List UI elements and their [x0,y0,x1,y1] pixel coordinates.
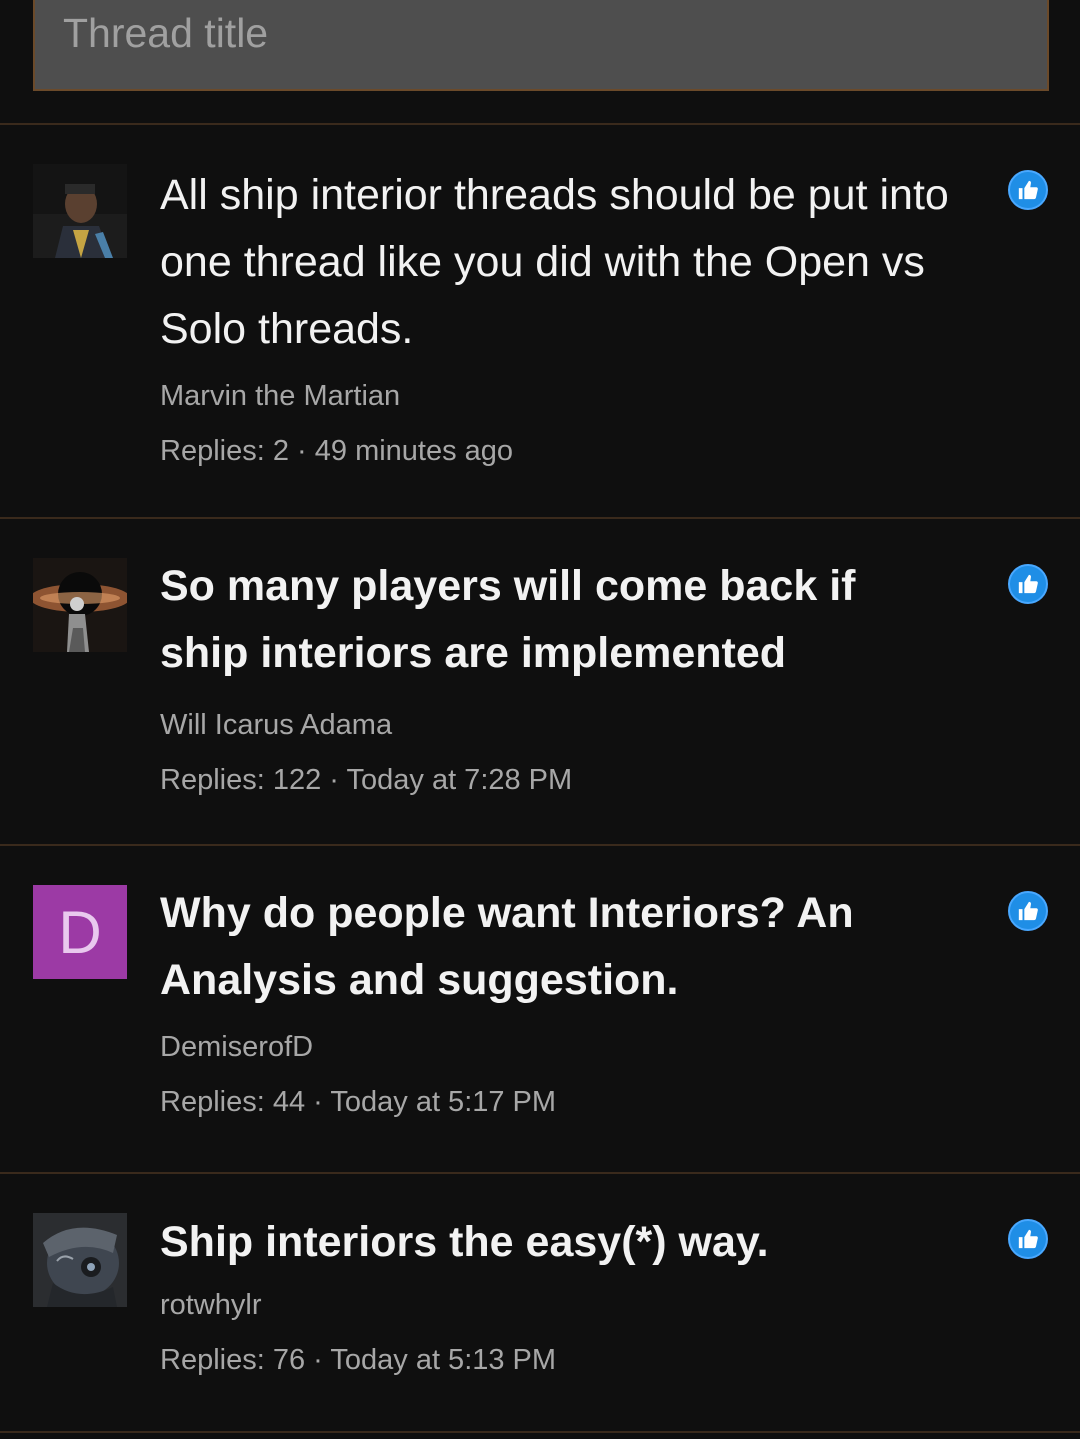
thread-author[interactable]: Marvin the Martian [160,381,1044,411]
replies-count: Replies: 122 [160,764,322,796]
thread-author[interactable]: DemiserofD [160,1032,1044,1062]
replies-count: Replies: 2 [160,435,289,467]
avatar[interactable] [33,1213,127,1307]
thread-body: Why do people want Interiors? An Analysi… [160,880,1044,1117]
meta-separator: · [329,764,339,796]
thumbs-up-icon[interactable] [1008,564,1048,604]
thread-body: So many players will come back if ship i… [160,553,1044,795]
thread-body: All ship interior threads should be put … [160,162,1044,466]
thread-title-search [0,0,1080,125]
thread-body: Ship interiors the easy(*) way. rotwhylr… [160,1209,1044,1375]
thread-title-link[interactable]: All ship interior threads should be put … [160,162,994,363]
thread-title-link[interactable]: Why do people want Interiors? An Analysi… [160,880,864,1014]
thread-item[interactable]: All ship interior threads should be put … [0,125,1080,519]
thread-title-link[interactable]: Ship interiors the easy(*) way. [160,1209,1044,1276]
last-post-time[interactable]: Today at 5:13 PM [330,1344,556,1376]
meta-separator: · [297,435,307,467]
avatar[interactable] [33,164,127,258]
thread-meta: Replies: 122 · Today at 7:28 PM [160,765,1044,795]
avatar[interactable] [33,558,127,652]
thumbs-up-icon[interactable] [1008,891,1048,931]
thread-meta: Replies: 2 · 49 minutes ago [160,436,1044,466]
thread-item[interactable]: Ship interiors the easy(*) way. rotwhylr… [0,1174,1080,1433]
thread-item[interactable]: D Why do people want Interiors? An Analy… [0,846,1080,1174]
thread-item[interactable]: So many players will come back if ship i… [0,519,1080,846]
last-post-time[interactable]: Today at 5:17 PM [330,1086,556,1118]
replies-count: Replies: 44 [160,1086,306,1118]
thread-author[interactable]: rotwhylr [160,1290,1044,1320]
last-post-time[interactable]: Today at 7:28 PM [347,764,573,796]
last-post-time[interactable]: 49 minutes ago [315,435,513,467]
thread-title-input[interactable] [33,0,1049,91]
thumbs-up-icon[interactable] [1008,170,1048,210]
replies-count: Replies: 76 [160,1344,306,1376]
meta-separator: · [313,1344,323,1376]
meta-separator: · [313,1086,323,1118]
thread-author[interactable]: Will Icarus Adama [160,710,1044,740]
thread-meta: Replies: 76 · Today at 5:13 PM [160,1345,1044,1375]
thread-title-link[interactable]: So many players will come back if ship i… [160,553,954,687]
thread-meta: Replies: 44 · Today at 5:17 PM [160,1087,1044,1117]
avatar[interactable]: D [33,885,127,979]
thumbs-up-icon[interactable] [1008,1219,1048,1259]
